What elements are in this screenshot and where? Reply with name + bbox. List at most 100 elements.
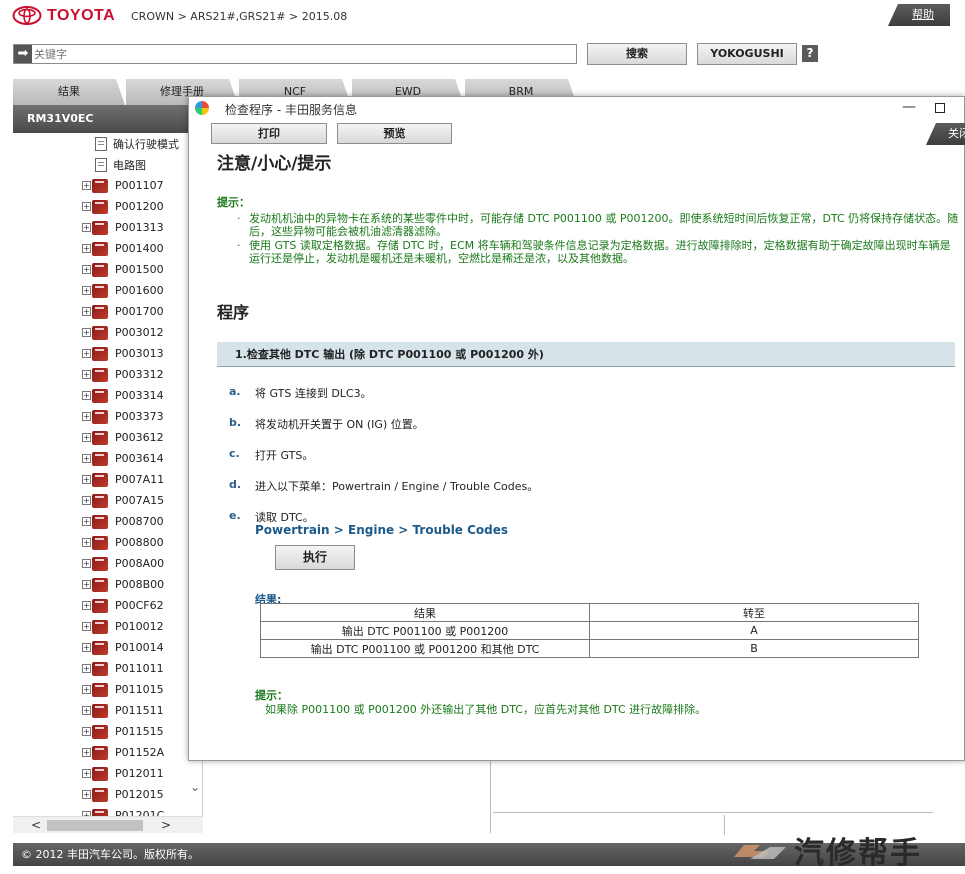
tree-item-label: P01152A bbox=[115, 746, 165, 759]
tree-item-label: P011011 bbox=[115, 662, 164, 675]
tree-item[interactable]: + P001313 bbox=[82, 217, 164, 238]
dialog-titlebar[interactable]: 检查程序 - 丰田服务信息 — bbox=[189, 97, 964, 121]
tree-item[interactable]: + P001107 bbox=[82, 175, 164, 196]
tab-results[interactable]: 结果 bbox=[13, 79, 125, 105]
tree-item[interactable]: + P008B00 bbox=[82, 574, 164, 595]
preview-button[interactable]: 预览 bbox=[337, 123, 452, 144]
scroll-down-arrow[interactable]: ⌄ bbox=[187, 780, 203, 810]
tree-item[interactable]: + P001500 bbox=[82, 259, 164, 280]
tree-item[interactable]: + P01152A bbox=[82, 742, 164, 763]
minimize-icon[interactable]: — bbox=[901, 99, 917, 117]
expand-plus-icon[interactable]: + bbox=[82, 433, 91, 442]
search-button[interactable]: 搜索 bbox=[587, 43, 687, 65]
book-icon bbox=[92, 430, 108, 445]
expand-plus-icon[interactable]: + bbox=[82, 328, 91, 337]
expand-plus-icon[interactable]: + bbox=[82, 244, 91, 253]
scroll-left-icon[interactable]: < bbox=[31, 817, 41, 834]
expand-plus-icon[interactable]: + bbox=[82, 643, 91, 652]
book-icon bbox=[92, 640, 108, 655]
tree-doc-item[interactable]: 确认行驶模式 bbox=[95, 133, 179, 154]
expand-plus-icon[interactable]: + bbox=[82, 538, 91, 547]
tree-item[interactable]: + P01201C bbox=[82, 805, 164, 816]
book-icon bbox=[92, 283, 108, 298]
expand-plus-icon[interactable]: + bbox=[82, 601, 91, 610]
main-content-area bbox=[203, 760, 965, 833]
print-button[interactable]: 打印 bbox=[211, 123, 327, 144]
tree-item[interactable]: + P003612 bbox=[82, 427, 164, 448]
maximize-icon[interactable] bbox=[935, 103, 945, 113]
tree-item[interactable]: + P008800 bbox=[82, 532, 164, 553]
expand-plus-icon[interactable]: + bbox=[82, 559, 91, 568]
divider bbox=[490, 760, 491, 833]
expand-plus-icon[interactable]: + bbox=[82, 748, 91, 757]
scroll-right-icon[interactable]: > bbox=[161, 817, 171, 834]
tree-item[interactable]: + P001400 bbox=[82, 238, 164, 259]
tree-doc-item[interactable]: 电路图 bbox=[95, 154, 146, 175]
tree-item[interactable]: + P001600 bbox=[82, 280, 164, 301]
expand-plus-icon[interactable]: + bbox=[82, 580, 91, 589]
hint-text: 使用 GTS 读取定格数据。存储 DTC 时，ECM 将车辆和驾驶条件信息记录为… bbox=[249, 239, 951, 265]
expand-plus-icon[interactable]: + bbox=[82, 223, 91, 232]
tree-item[interactable]: + P007A11 bbox=[82, 469, 164, 490]
help-link[interactable]: 帮助 bbox=[888, 4, 950, 26]
expand-plus-icon[interactable]: + bbox=[82, 727, 91, 736]
tree-item-label: P003013 bbox=[115, 347, 164, 360]
tree-item-label: P003612 bbox=[115, 431, 164, 444]
help-question-icon[interactable]: ? bbox=[802, 45, 818, 62]
tree-item-label: P007A11 bbox=[115, 473, 165, 486]
tree-item[interactable]: + P00CF62 bbox=[82, 595, 164, 616]
dialog-title: 检查程序 - 丰田服务信息 bbox=[225, 103, 357, 117]
tree-item[interactable]: + P011011 bbox=[82, 658, 164, 679]
expand-plus-icon[interactable]: + bbox=[82, 454, 91, 463]
tree-item[interactable]: + P011515 bbox=[82, 721, 164, 742]
scrollbar-thumb[interactable] bbox=[47, 820, 143, 831]
tree-item[interactable]: + P007A15 bbox=[82, 490, 164, 511]
expand-plus-icon[interactable]: + bbox=[82, 370, 91, 379]
tree-item[interactable]: + P001700 bbox=[82, 301, 164, 322]
expand-plus-icon[interactable]: + bbox=[82, 349, 91, 358]
tree-item[interactable]: + P003312 bbox=[82, 364, 164, 385]
expand-plus-icon[interactable]: + bbox=[82, 664, 91, 673]
document-icon bbox=[95, 136, 107, 151]
horizontal-scrollbar[interactable]: < > bbox=[13, 816, 203, 833]
tree-item[interactable]: + P011511 bbox=[82, 700, 164, 721]
expand-plus-icon[interactable]: + bbox=[82, 391, 91, 400]
expand-plus-icon[interactable]: + bbox=[82, 307, 91, 316]
step-text: 将发动机开关置于 ON (IG) 位置。 bbox=[255, 418, 424, 431]
expand-plus-icon[interactable]: + bbox=[82, 622, 91, 631]
tree-item[interactable]: + P010012 bbox=[82, 616, 164, 637]
tree-item[interactable]: + P010014 bbox=[82, 637, 164, 658]
tree-item[interactable]: + P012011 bbox=[82, 763, 164, 784]
tree-item-label: P001200 bbox=[115, 200, 164, 213]
expand-plus-icon[interactable]: + bbox=[82, 412, 91, 421]
expand-plus-icon[interactable]: + bbox=[82, 685, 91, 694]
yokogushi-button[interactable]: YOKOGUSHI bbox=[697, 43, 797, 65]
tree-item[interactable]: + P008700 bbox=[82, 511, 164, 532]
tree-item-label: P010012 bbox=[115, 620, 164, 633]
tree-item[interactable]: + P003614 bbox=[82, 448, 164, 469]
expand-plus-icon[interactable]: + bbox=[82, 517, 91, 526]
breadcrumb: CROWN > ARS21#,GRS21# > 2015.08 bbox=[131, 10, 348, 23]
expand-plus-icon[interactable]: + bbox=[82, 202, 91, 211]
tree-item[interactable]: + P003314 bbox=[82, 385, 164, 406]
tree-item[interactable]: + P003013 bbox=[82, 343, 164, 364]
expand-plus-icon[interactable]: + bbox=[82, 790, 91, 799]
search-input[interactable] bbox=[32, 45, 576, 63]
expand-plus-icon[interactable]: + bbox=[82, 265, 91, 274]
tree-item[interactable]: + P012015 bbox=[82, 784, 164, 805]
tree-item[interactable]: + P003373 bbox=[82, 406, 164, 427]
manual-tree[interactable]: 确认行驶模式 电路图 + P001107 + P001200 + P001313 + P001… bbox=[13, 133, 203, 816]
expand-plus-icon[interactable]: + bbox=[82, 496, 91, 505]
expand-plus-icon[interactable]: + bbox=[82, 475, 91, 484]
expand-plus-icon[interactable]: + bbox=[82, 181, 91, 190]
tree-item[interactable]: + P003012 bbox=[82, 322, 164, 343]
execute-button[interactable]: 执行 bbox=[275, 545, 355, 570]
tree-item[interactable]: + P001200 bbox=[82, 196, 164, 217]
tree-item[interactable]: + P008A00 bbox=[82, 553, 164, 574]
tree-item[interactable]: + P011015 bbox=[82, 679, 164, 700]
expand-plus-icon[interactable]: + bbox=[82, 769, 91, 778]
expand-plus-icon[interactable]: + bbox=[82, 706, 91, 715]
expand-plus-icon[interactable]: + bbox=[82, 286, 91, 295]
close-button[interactable]: 关闭 bbox=[926, 123, 965, 145]
book-icon bbox=[92, 178, 108, 193]
